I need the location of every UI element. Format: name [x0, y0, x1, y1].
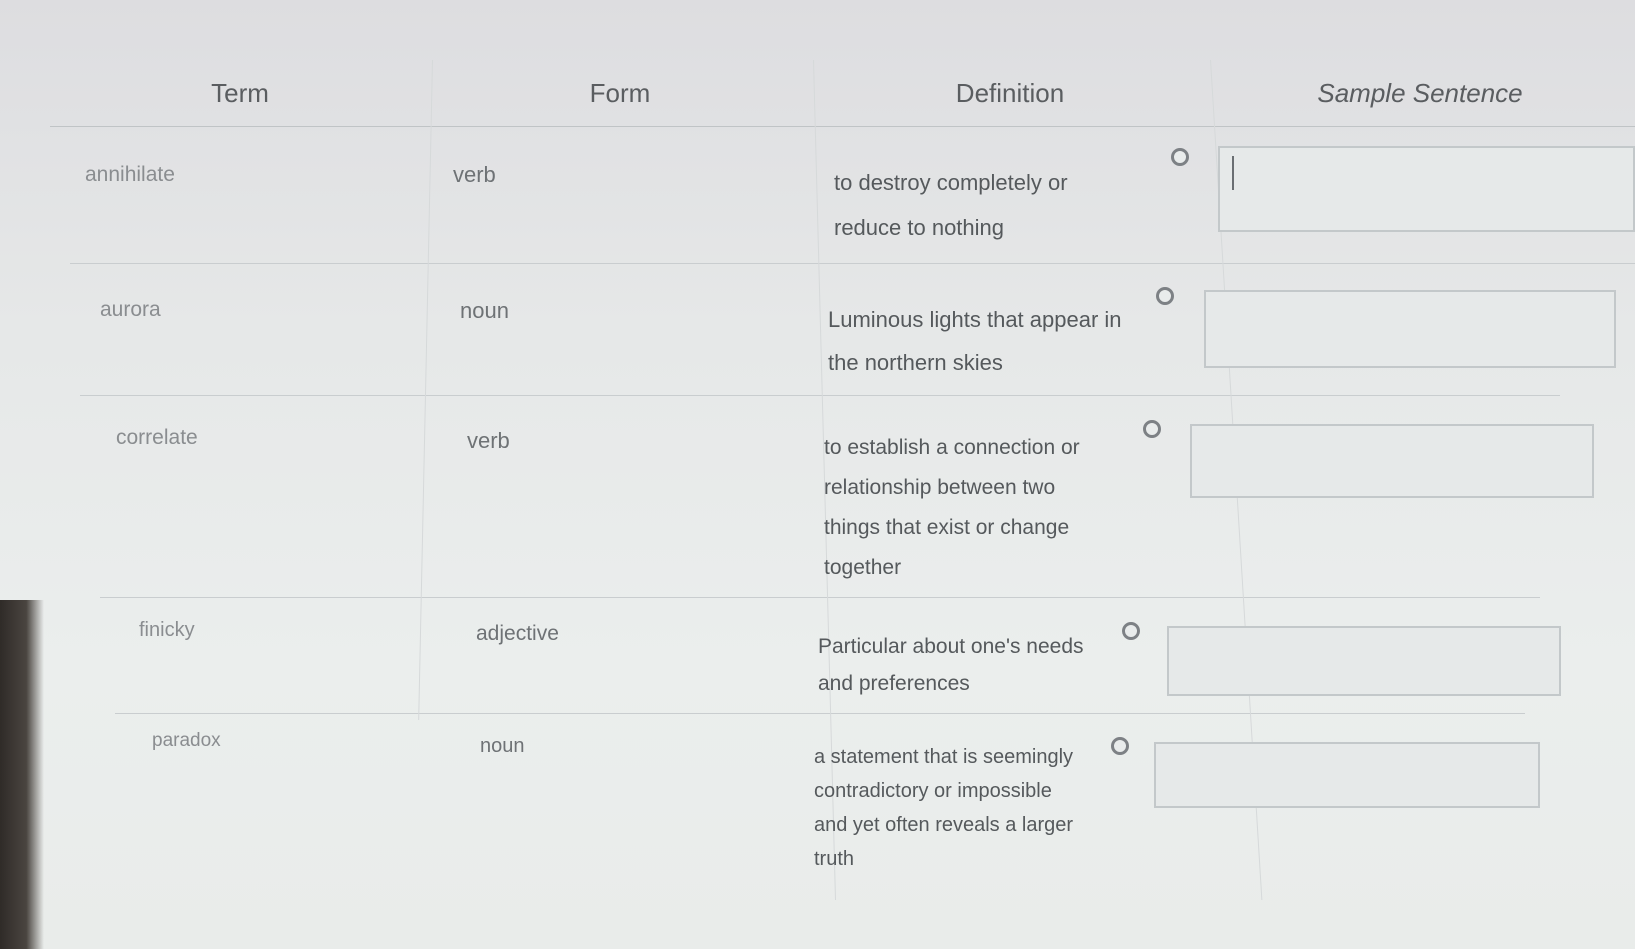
radio-circle-icon[interactable]: [1122, 622, 1140, 640]
sample-sentence-input[interactable]: [1218, 146, 1635, 232]
definition-line: things that exist or change: [824, 516, 1070, 539]
term-cell: paradox: [152, 730, 221, 751]
definition-line: to establish a connection or: [824, 436, 1080, 459]
row-divider: [70, 263, 1635, 264]
definition-line: together: [824, 556, 902, 579]
text-caret: [1232, 156, 1234, 190]
definition-line: to destroy completely or: [834, 170, 1068, 195]
form-cell: noun: [460, 298, 509, 323]
definition-line: a statement that is seemingly: [814, 746, 1074, 768]
definition-line: Luminous lights that appear in: [828, 307, 1122, 332]
sample-sentence-input[interactable]: [1154, 742, 1540, 808]
form-cell: adjective: [476, 622, 559, 645]
term-cell: correlate: [116, 426, 198, 449]
sample-sentence-input[interactable]: [1167, 626, 1561, 696]
definition-cell: to establish a connection or relationshi…: [824, 428, 1080, 588]
header-divider: [50, 126, 1635, 127]
term-cell: annihilate: [85, 163, 175, 186]
definition-line: relationship between two: [824, 476, 1056, 499]
form-cell: verb: [453, 162, 496, 187]
header-definition: Definition: [955, 77, 1065, 108]
header-form: Form: [589, 77, 651, 108]
radio-circle-icon[interactable]: [1156, 287, 1174, 305]
term-cell: aurora: [100, 298, 161, 321]
form-cell: noun: [480, 735, 525, 757]
monitor-bezel: [0, 600, 44, 949]
definition-line: Particular about one's needs: [818, 635, 1084, 658]
definition-line: and preferences: [818, 672, 970, 695]
definition-line: the northern skies: [828, 350, 1003, 375]
vocabulary-table-screen: Term Form Definition Sample Sentence ann…: [0, 0, 1635, 949]
column-divider: [418, 60, 433, 720]
definition-line: reduce to nothing: [834, 215, 1005, 240]
term-cell: finicky: [139, 619, 195, 641]
definition-line: contradictory or impossible: [814, 780, 1052, 802]
radio-circle-icon[interactable]: [1171, 148, 1189, 166]
row-divider: [100, 597, 1540, 598]
definition-cell: to destroy completely or reduce to nothi…: [834, 160, 1068, 250]
definition-cell: a statement that is seemingly contradict…: [814, 740, 1073, 876]
header-term: Term: [211, 77, 269, 108]
definition-line: truth: [814, 848, 855, 870]
sample-sentence-input[interactable]: [1204, 290, 1616, 368]
form-cell: verb: [467, 428, 510, 453]
definition-cell: Luminous lights that appear in the north…: [828, 298, 1122, 384]
definition-cell: Particular about one's needs and prefere…: [818, 628, 1084, 702]
radio-circle-icon[interactable]: [1111, 737, 1129, 755]
header-sample-sentence: Sample Sentence: [1317, 77, 1523, 108]
definition-line: and yet often reveals a larger: [814, 814, 1074, 836]
radio-circle-icon[interactable]: [1143, 420, 1161, 438]
sample-sentence-input[interactable]: [1190, 424, 1594, 498]
row-divider: [80, 395, 1560, 396]
row-divider: [115, 713, 1525, 714]
